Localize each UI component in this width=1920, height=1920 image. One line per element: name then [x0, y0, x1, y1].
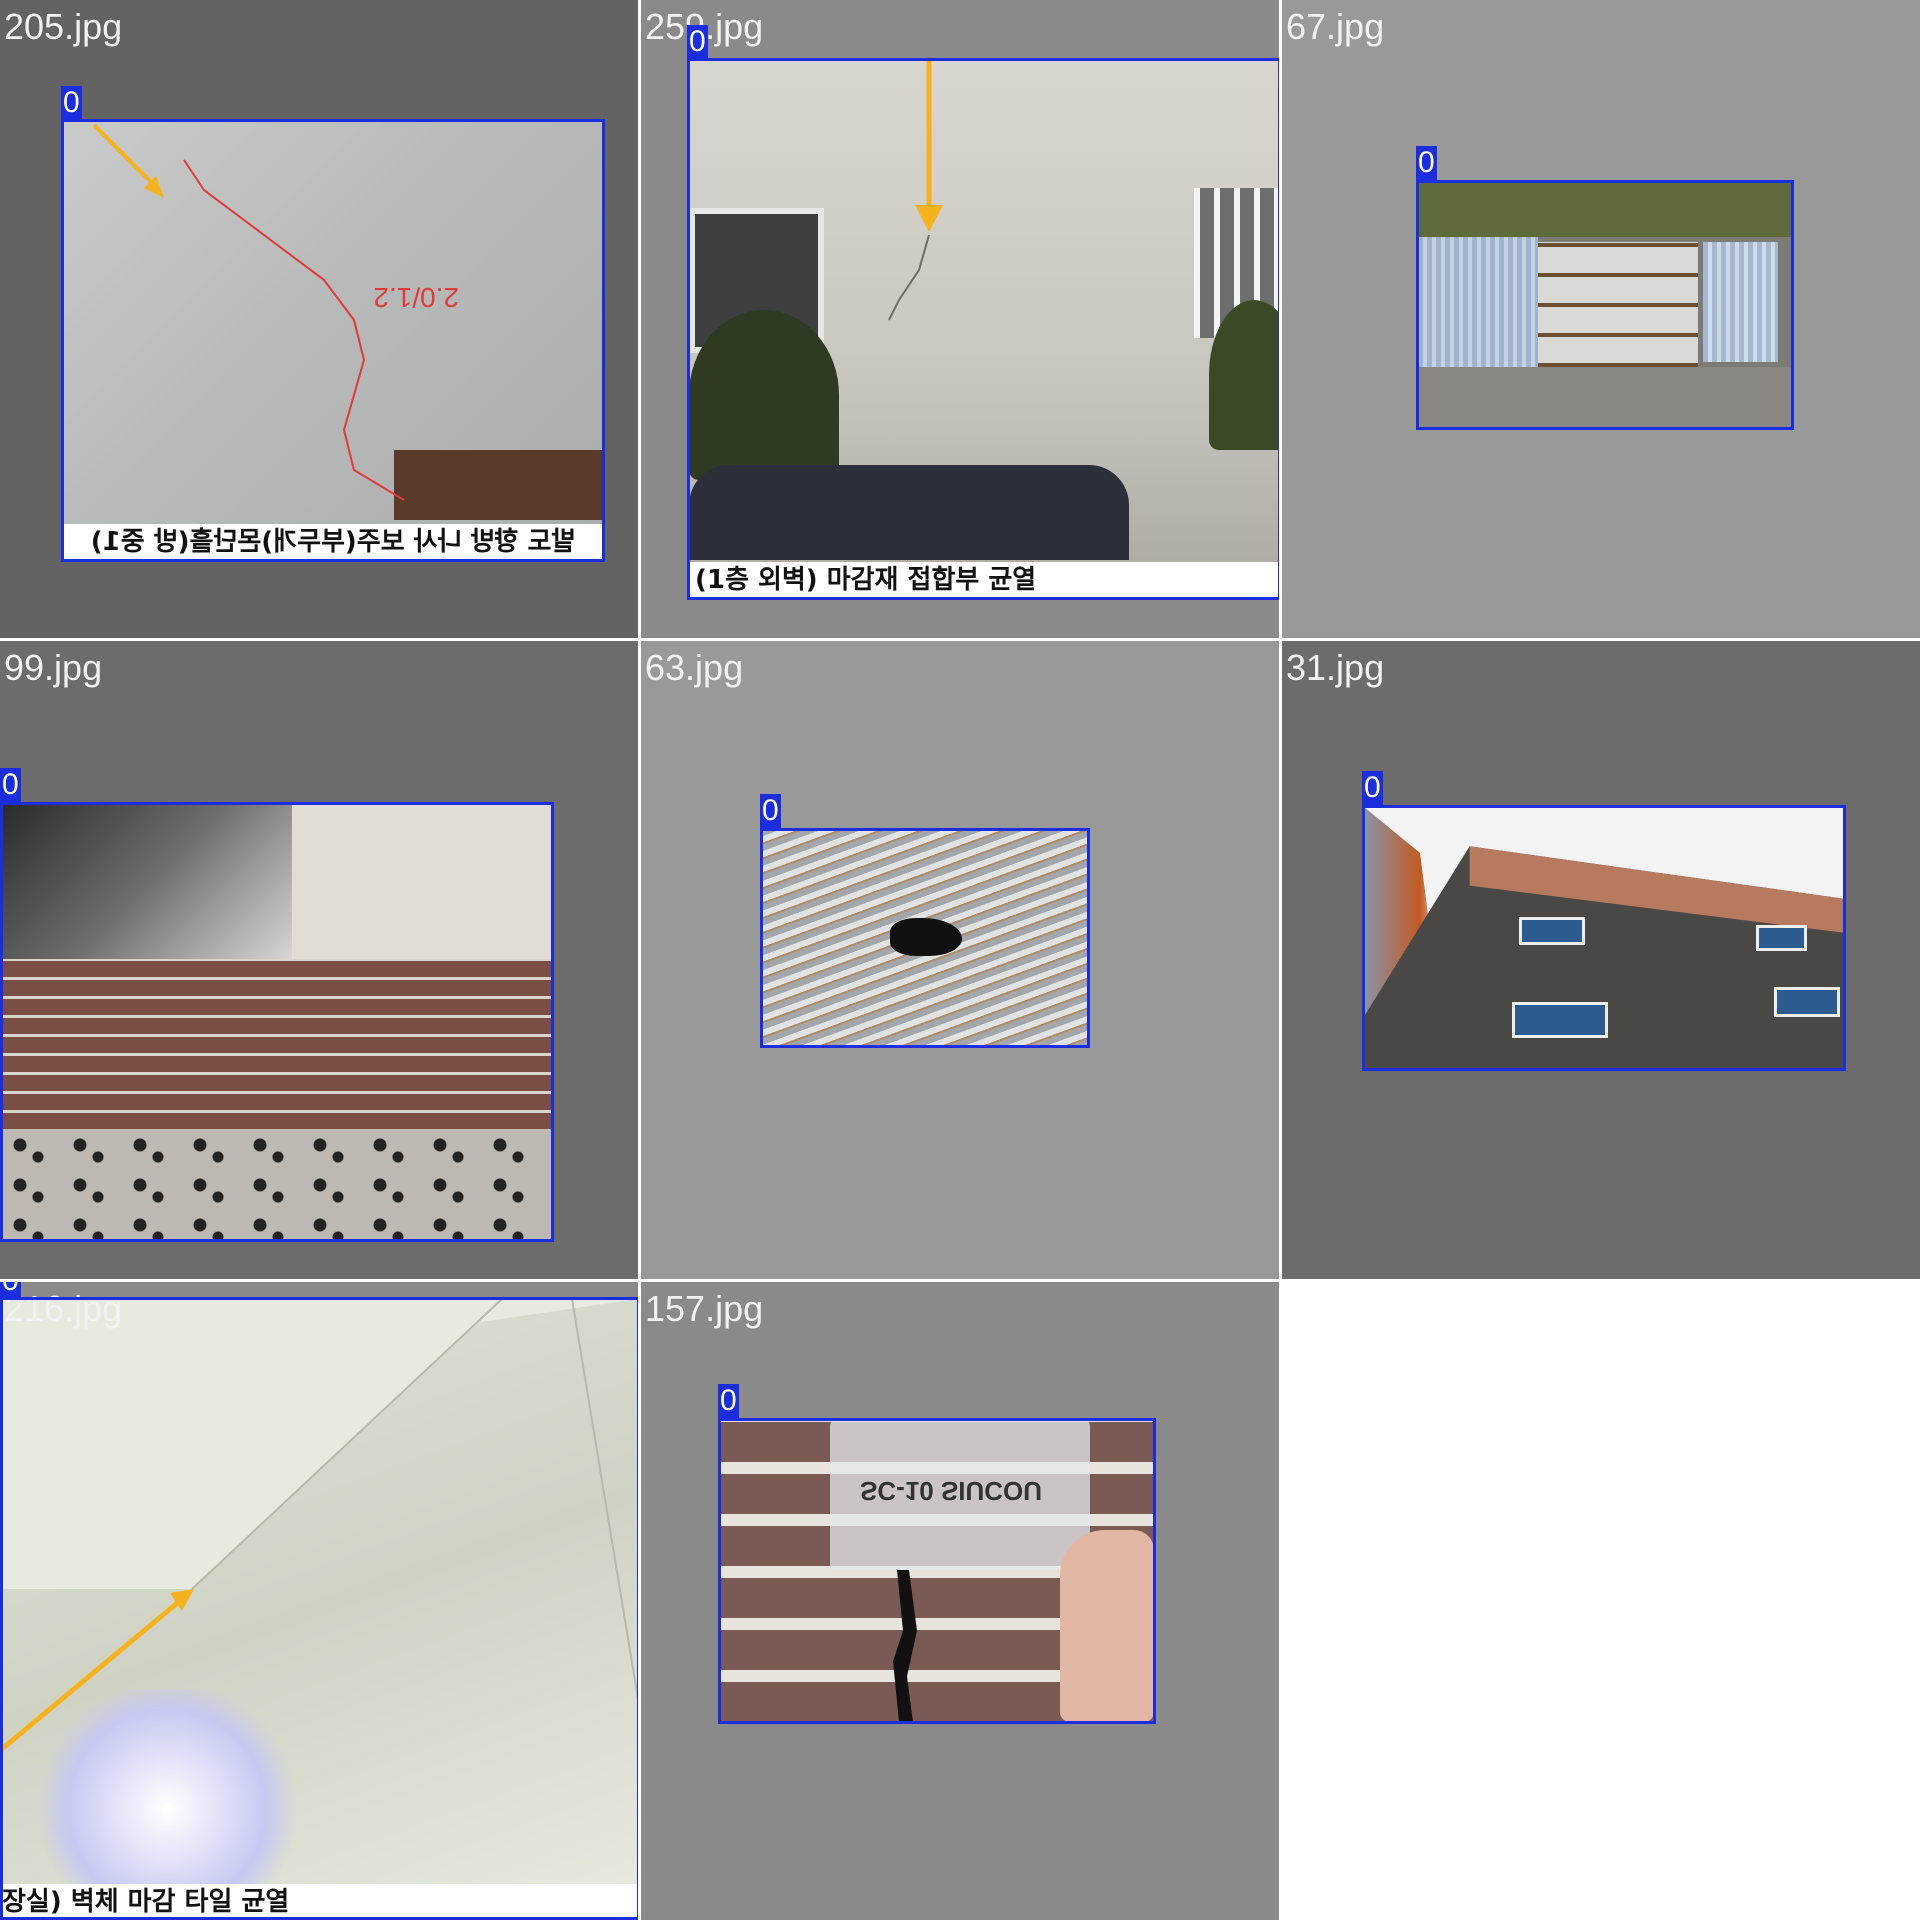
mosaic-tile-259: (1층 외벽) 마감재 접합부 균열 0 259.jpg: [641, 0, 1279, 638]
arrow-svg: [888, 60, 943, 321]
class-label: 0: [687, 25, 708, 59]
roof-panel-left: [1418, 237, 1538, 367]
window-4: [1774, 987, 1840, 1017]
arrow-shaft: [92, 123, 161, 192]
photo-interior-tile-crack: 장실) 벽체 마감 타일 균열: [2, 1299, 638, 1920]
mosaic-tile-216: 장실) 벽체 마감 타일 균열 0 216.jpg: [0, 1282, 638, 1920]
roof-hole: [890, 918, 962, 956]
crack-gauge: SC-10 SIUCOU: [830, 1420, 1090, 1570]
crack-width-annotation: 2.0/1.2: [373, 282, 459, 313]
photo-caption: 장실) 벽체 마감 타일 균열: [2, 1884, 638, 1920]
grass-strip: [1418, 182, 1792, 237]
brick-crack: [893, 1570, 917, 1722]
grid-divider: [0, 1280, 1920, 1282]
tile-filename: 99.jpg: [4, 647, 103, 688]
window-3: [1512, 1002, 1608, 1038]
class-label: 0: [1362, 771, 1383, 805]
grid-divider: [1280, 0, 1282, 1920]
photo-exterior-wall-crack: (1층 외벽) 마감재 접합부 균열: [689, 60, 1279, 598]
tile-filename: 31.jpg: [1286, 647, 1385, 688]
tile-filename: 205.jpg: [4, 6, 123, 47]
photo-wall-crack-marked: 2.0/1.2 발도 향방 나사 보주(부두개)몬단흘(방 중1): [64, 120, 602, 560]
photo-damaged-metal-roof: [762, 830, 1088, 1046]
ground-area: [1418, 367, 1792, 428]
crack-line: [183, 159, 405, 501]
finger: [1060, 1530, 1154, 1722]
class-label: 0: [1416, 146, 1437, 180]
window-1: [1519, 917, 1585, 945]
tile-filename: 67.jpg: [1286, 6, 1385, 47]
class-label: 0: [61, 86, 82, 120]
photo-caption: 발도 향방 나사 보주(부두개)몬단흘(방 중1): [64, 524, 602, 560]
photo-building-facade: [1364, 807, 1844, 1069]
corner-edge: [191, 1299, 503, 1590]
mosaic-tile-empty: [1282, 1282, 1920, 1920]
mosaic-tile-205: 2.0/1.2 발도 향방 나사 보주(부두개)몬단흘(방 중1) 0 205.…: [0, 0, 638, 638]
crack-annotation-svg: 2.0/1.2: [92, 123, 459, 501]
crack-line: [888, 234, 930, 321]
wall-edge: [571, 1299, 638, 1700]
tile-filename: 63.jpg: [645, 647, 744, 688]
tile-filename: 157.jpg: [645, 1288, 764, 1329]
class-label: 0: [718, 1384, 739, 1418]
mosaic-tile-99: 0 99.jpg: [0, 641, 638, 1279]
pillar: [292, 804, 552, 979]
gauge-text: SC-10 SIUCOU: [860, 1476, 1043, 1506]
arrow-svg: [2, 1299, 638, 1751]
class-label: 0: [760, 794, 781, 828]
arrow-shaft: [2, 1597, 184, 1751]
roof-panel-right: [1703, 242, 1778, 362]
class-label: 0: [0, 1282, 21, 1298]
debris-floor: [2, 1129, 552, 1240]
tile-filename: 216.jpg: [4, 1288, 123, 1329]
grid-divider: [0, 639, 1920, 641]
arrow-head: [915, 205, 943, 232]
mosaic-tile-157: SC-10 SIUCOU 0 157.jpg: [641, 1282, 1279, 1920]
photo-collapsed-brick-wall: [2, 804, 552, 1240]
grid-divider: [639, 0, 641, 1920]
exposed-structure: [1538, 242, 1698, 367]
photo-caption: (1층 외벽) 마감재 접합부 균열: [689, 562, 1279, 598]
mosaic-tile-63: 0 63.jpg: [641, 641, 1279, 1279]
brick-wall: [2, 959, 552, 1129]
window-broken: [2, 804, 292, 959]
photo-brick-crack-gauge: SC-10 SIUCOU: [720, 1420, 1154, 1722]
mosaic-tile-67: 0 67.jpg: [1282, 0, 1920, 638]
window-2: [1756, 925, 1807, 951]
photo-collapsed-roof-aerial: [1418, 182, 1792, 428]
class-label: 0: [0, 768, 21, 802]
mosaic-tile-31: 0 31.jpg: [1282, 641, 1920, 1279]
